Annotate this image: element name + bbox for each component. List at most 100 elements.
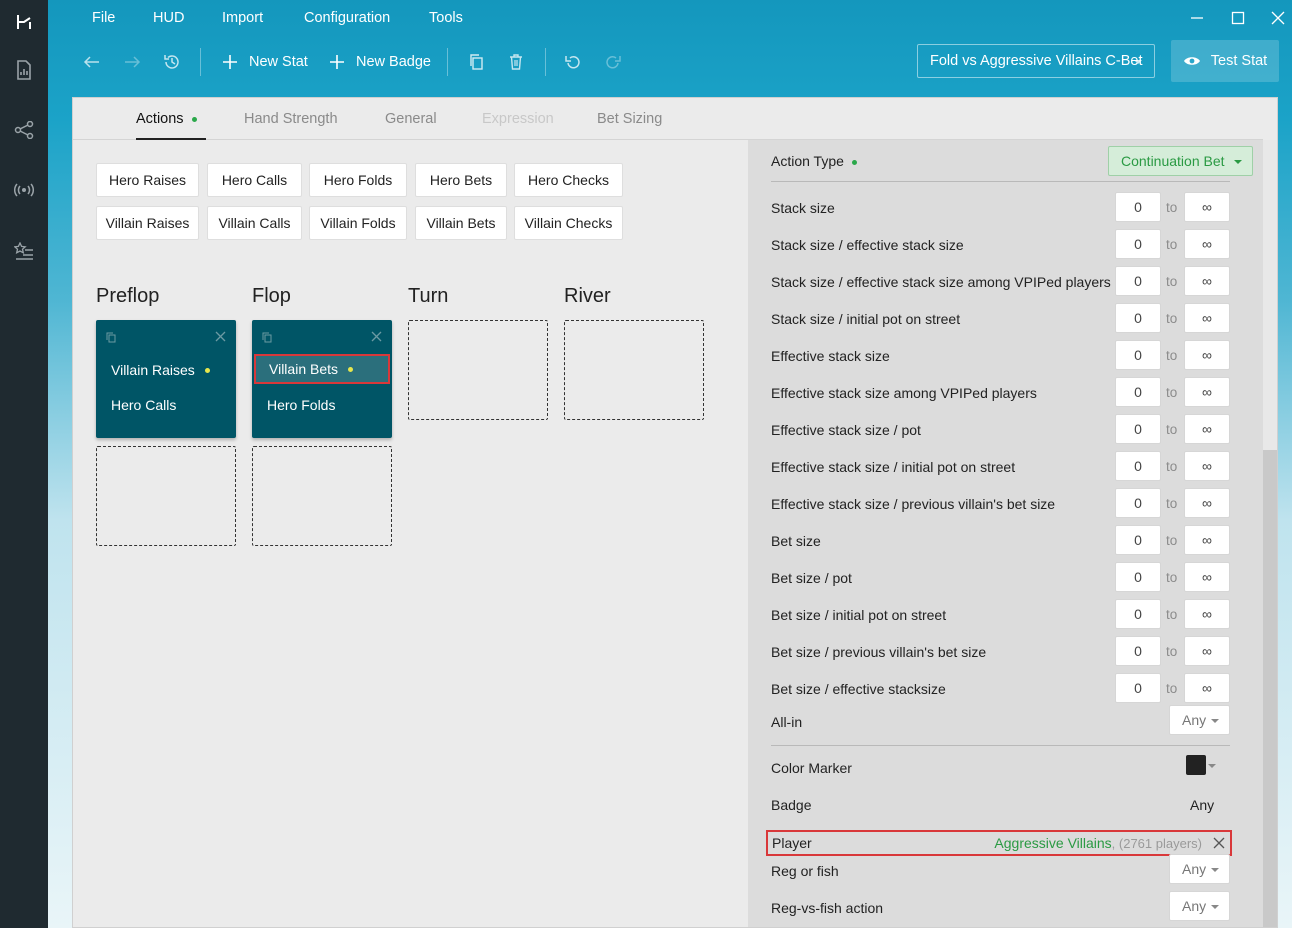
maximize-icon[interactable] bbox=[1228, 8, 1248, 28]
range-max-input[interactable]: ∞ bbox=[1184, 414, 1230, 444]
range-min-input[interactable]: 0 bbox=[1115, 673, 1161, 703]
range-max-input[interactable]: ∞ bbox=[1184, 451, 1230, 481]
range-max-input[interactable]: ∞ bbox=[1184, 303, 1230, 333]
river-drop-zone[interactable] bbox=[564, 320, 704, 420]
reg-or-fish-select[interactable]: Any bbox=[1169, 854, 1230, 884]
minimize-icon[interactable] bbox=[1187, 8, 1207, 28]
turn-drop-zone[interactable] bbox=[408, 320, 548, 420]
card-action-item[interactable]: Hero Calls bbox=[96, 390, 236, 420]
starred-list-icon[interactable] bbox=[0, 231, 48, 271]
preset-value: Fold vs Aggressive Villains C-Bet bbox=[930, 53, 1143, 69]
stat-preset-select[interactable]: Fold vs Aggressive Villains C-Bet bbox=[917, 44, 1155, 78]
card-action-label: Hero Calls bbox=[111, 397, 177, 413]
range-to-label: to bbox=[1166, 644, 1178, 659]
range-min-input[interactable]: 0 bbox=[1115, 229, 1161, 259]
range-min-input[interactable]: 0 bbox=[1115, 636, 1161, 666]
villain-raises-button[interactable]: Villain Raises bbox=[96, 206, 199, 240]
forward-icon[interactable] bbox=[123, 52, 141, 72]
hero-calls-button[interactable]: Hero Calls bbox=[207, 163, 302, 197]
reports-icon[interactable] bbox=[0, 50, 48, 90]
range-filter-row: Stack size 0 to ∞ bbox=[771, 190, 1230, 227]
scrollbar-thumb[interactable] bbox=[1263, 450, 1277, 927]
tab-hand-strength[interactable]: Hand Strength bbox=[244, 111, 338, 127]
range-max-input[interactable]: ∞ bbox=[1184, 525, 1230, 555]
villain-bets-button[interactable]: Villain Bets bbox=[415, 206, 507, 240]
range-min-input[interactable]: 0 bbox=[1115, 266, 1161, 296]
villain-calls-button[interactable]: Villain Calls bbox=[207, 206, 302, 240]
copy-icon[interactable] bbox=[106, 330, 116, 346]
range-min-input[interactable]: 0 bbox=[1115, 451, 1161, 481]
range-max-input[interactable]: ∞ bbox=[1184, 599, 1230, 629]
broadcast-icon[interactable] bbox=[0, 170, 48, 210]
test-stat-button[interactable]: Test Stat bbox=[1171, 40, 1279, 82]
badge-value[interactable]: Any bbox=[1190, 797, 1214, 813]
menu-import[interactable]: Import bbox=[222, 10, 263, 26]
close-icon[interactable] bbox=[371, 329, 382, 345]
range-min-input[interactable]: 0 bbox=[1115, 192, 1161, 222]
range-min-input[interactable]: 0 bbox=[1115, 340, 1161, 370]
all-in-select[interactable]: Any bbox=[1169, 705, 1230, 735]
copy-icon[interactable] bbox=[468, 52, 484, 72]
range-min-input[interactable]: 0 bbox=[1115, 414, 1161, 444]
range-min-input[interactable]: 0 bbox=[1115, 303, 1161, 333]
hero-bets-button[interactable]: Hero Bets bbox=[415, 163, 507, 197]
preflop-action-card[interactable]: Villain Raises Hero Calls bbox=[96, 320, 236, 438]
range-max-input[interactable]: ∞ bbox=[1184, 340, 1230, 370]
range-max-input[interactable]: ∞ bbox=[1184, 562, 1230, 592]
range-min-input[interactable]: 0 bbox=[1115, 525, 1161, 555]
range-to-label: to bbox=[1166, 274, 1178, 289]
chevron-down-icon[interactable] bbox=[1208, 764, 1216, 768]
range-max-input[interactable]: ∞ bbox=[1184, 229, 1230, 259]
status-dot bbox=[348, 366, 354, 372]
range-filter-label: Effective stack size bbox=[771, 348, 890, 364]
app-logo-icon[interactable] bbox=[0, 2, 48, 42]
close-window-icon[interactable] bbox=[1268, 8, 1288, 28]
flop-action-card[interactable]: Villain Bets Hero Folds bbox=[252, 320, 392, 438]
range-filter-row: Stack size / effective stack size 0 to ∞ bbox=[771, 227, 1230, 264]
range-max-input[interactable]: ∞ bbox=[1184, 192, 1230, 222]
menu-hud[interactable]: HUD bbox=[153, 10, 184, 26]
hero-folds-button[interactable]: Hero Folds bbox=[309, 163, 407, 197]
range-min-input[interactable]: 0 bbox=[1115, 562, 1161, 592]
reg-vs-fish-select[interactable]: Any bbox=[1169, 891, 1230, 921]
range-max-input[interactable]: ∞ bbox=[1184, 673, 1230, 703]
close-icon[interactable] bbox=[215, 329, 226, 345]
card-action-item[interactable]: Hero Folds bbox=[252, 390, 392, 420]
range-min-input[interactable]: 0 bbox=[1115, 599, 1161, 629]
close-icon[interactable] bbox=[1213, 836, 1225, 852]
undo-icon[interactable] bbox=[564, 52, 582, 72]
back-icon[interactable] bbox=[83, 52, 101, 72]
hero-raises-button[interactable]: Hero Raises bbox=[96, 163, 199, 197]
history-icon[interactable] bbox=[163, 52, 181, 72]
range-filter-row: Bet size / effective stacksize 0 to ∞ bbox=[771, 671, 1230, 708]
tab-general[interactable]: General bbox=[385, 111, 437, 127]
card-action-item-selected[interactable]: Villain Bets bbox=[254, 354, 390, 384]
range-max-input[interactable]: ∞ bbox=[1184, 488, 1230, 518]
action-type-select[interactable]: Continuation Bet bbox=[1108, 146, 1253, 176]
preflop-drop-zone[interactable] bbox=[96, 446, 236, 546]
tab-actions[interactable]: Actions bbox=[136, 111, 197, 127]
copy-icon[interactable] bbox=[262, 330, 272, 346]
menu-tools[interactable]: Tools bbox=[429, 10, 463, 26]
villain-folds-button[interactable]: Villain Folds bbox=[309, 206, 407, 240]
range-to-label: to bbox=[1166, 496, 1178, 511]
menu-file[interactable]: File bbox=[92, 10, 115, 26]
card-action-item[interactable]: Villain Raises bbox=[96, 355, 236, 385]
delete-icon[interactable] bbox=[508, 52, 524, 72]
range-max-input[interactable]: ∞ bbox=[1184, 636, 1230, 666]
menu-configuration[interactable]: Configuration bbox=[304, 10, 390, 26]
new-stat-button[interactable]: New Stat bbox=[222, 52, 308, 72]
new-badge-button[interactable]: New Badge bbox=[329, 52, 431, 72]
all-in-row: All-in Any bbox=[771, 704, 1230, 741]
range-min-input[interactable]: 0 bbox=[1115, 377, 1161, 407]
range-min-input[interactable]: 0 bbox=[1115, 488, 1161, 518]
range-max-input[interactable]: ∞ bbox=[1184, 377, 1230, 407]
tab-bet-sizing[interactable]: Bet Sizing bbox=[597, 111, 662, 127]
villain-checks-button[interactable]: Villain Checks bbox=[514, 206, 623, 240]
share-nodes-icon[interactable] bbox=[0, 110, 48, 150]
range-max-input[interactable]: ∞ bbox=[1184, 266, 1230, 296]
redo-icon[interactable] bbox=[604, 52, 622, 72]
flop-drop-zone[interactable] bbox=[252, 446, 392, 546]
hero-checks-button[interactable]: Hero Checks bbox=[514, 163, 623, 197]
color-swatch[interactable] bbox=[1186, 755, 1206, 775]
